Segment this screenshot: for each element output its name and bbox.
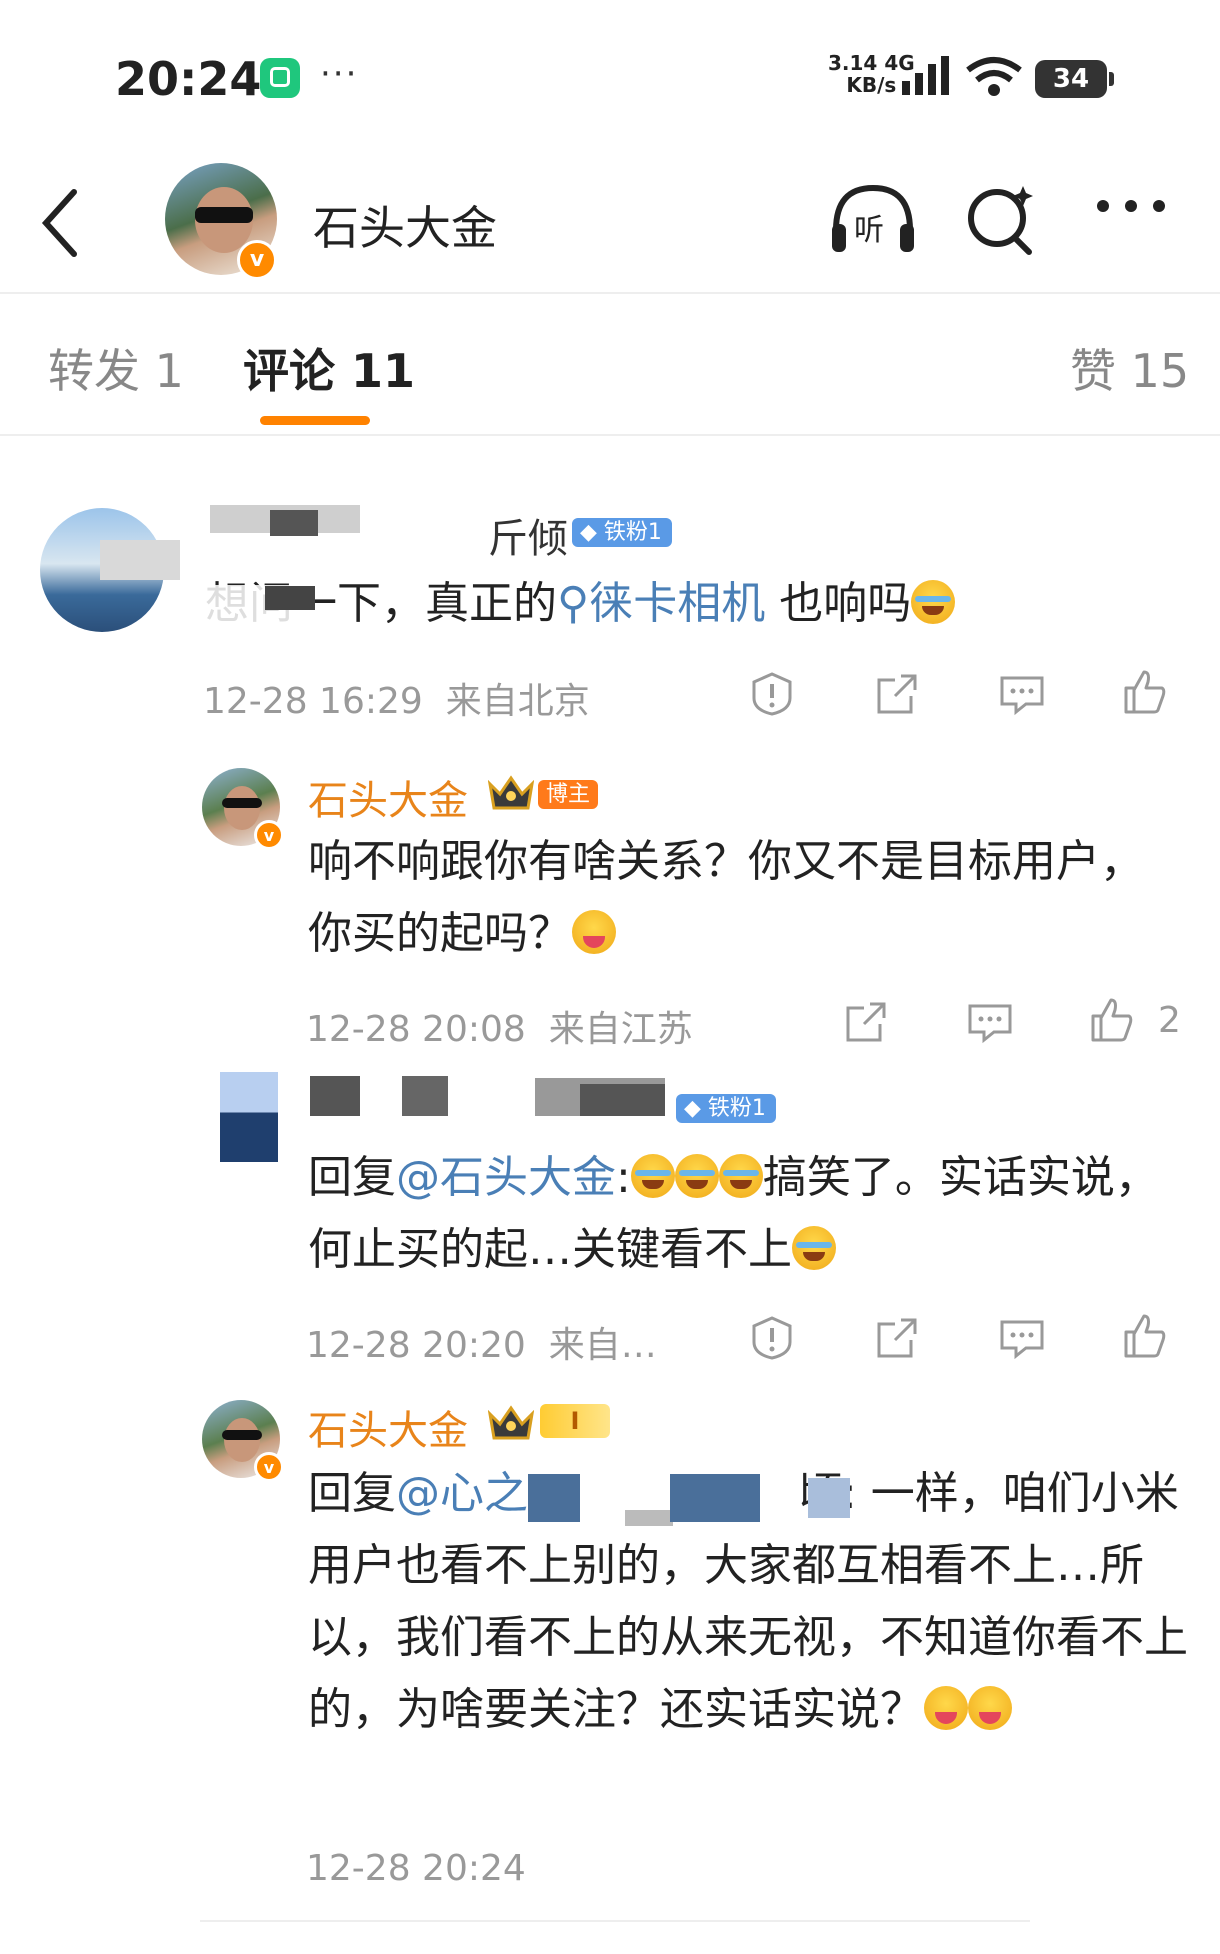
tongue-emoji-icon — [968, 1686, 1012, 1730]
chevron-left-icon[interactable] — [38, 188, 82, 258]
signal-icon — [902, 56, 949, 95]
level-badge: I — [540, 1404, 610, 1438]
fan-badge: ◆ 铁粉1 — [676, 1090, 776, 1123]
topic-link[interactable]: ⚲徕卡相机 — [557, 578, 765, 629]
report-icon[interactable] — [748, 1314, 796, 1362]
comment-icon[interactable] — [998, 1314, 1046, 1362]
svg-text:听: 听 — [854, 213, 884, 248]
fan-badge: ◆ 铁粉1 — [572, 514, 672, 547]
tongue-emoji-icon — [924, 1686, 968, 1730]
mention-link[interactable]: @心之 — [396, 1468, 528, 1519]
battery-indicator: 34 — [1035, 60, 1114, 98]
reply-meta: 12-28 20:08 来自江苏 — [306, 1009, 693, 1050]
page-title: 石头大金 — [313, 201, 497, 255]
wifi-icon — [966, 57, 1022, 96]
laugh-cry-emoji-icon — [674, 1154, 719, 1198]
search-icon[interactable] — [965, 180, 1035, 260]
thumbs-up-icon[interactable] — [1087, 996, 1135, 1044]
tongue-emoji-icon — [572, 910, 616, 954]
verified-badge-icon: v — [237, 240, 277, 280]
blogger-badge: 博主 — [538, 776, 599, 809]
report-icon[interactable] — [748, 670, 796, 718]
headphones-icon[interactable]: 听 — [828, 180, 918, 260]
verified-badge-icon: v — [254, 1452, 284, 1482]
laugh-cry-emoji-icon — [911, 580, 956, 624]
status-time: 20:24 — [115, 52, 262, 106]
reply-meta: 12-28 20:20 来自… — [306, 1325, 657, 1366]
laugh-cry-emoji-icon — [718, 1154, 763, 1198]
list-divider — [200, 1920, 1030, 1922]
like-count: 2 — [1158, 1000, 1181, 1041]
verified-badge-icon: v — [254, 820, 284, 850]
share-icon[interactable] — [873, 670, 921, 718]
comment-text: 想问一下，真正的⚲徕卡相机 也响吗 — [205, 568, 956, 640]
thumbs-up-icon[interactable] — [1120, 668, 1168, 716]
tab-comments[interactable]: 评论 11 — [243, 335, 415, 401]
active-tab-indicator — [260, 416, 370, 425]
blogger-name[interactable]: 石头大金 — [308, 768, 468, 826]
laugh-cry-emoji-icon — [630, 1154, 675, 1198]
rolling-laugh-emoji-icon — [792, 1226, 836, 1270]
fan-avatar[interactable] — [220, 1072, 278, 1162]
reply-text: 响不响跟你有啥关系？你又不是目标用户，你买的起吗？ — [308, 836, 1144, 959]
blogger-name[interactable]: 石头大金 — [308, 1398, 468, 1456]
header-divider — [0, 292, 1220, 294]
more-notifications-icon: ··· — [320, 54, 359, 94]
share-icon[interactable] — [842, 998, 890, 1046]
commenter-name[interactable]: 斤倾 — [488, 506, 568, 564]
reply-meta: 12-28 20:24 — [306, 1848, 526, 1889]
reply-text: 回复@石头大金: 搞笑了。实话实说，何止买的起…关键看不上 — [308, 1152, 1159, 1275]
comment-meta: 12-28 16:29 来自北京 — [203, 681, 590, 722]
comment-icon[interactable] — [966, 998, 1014, 1046]
comment-icon[interactable] — [998, 670, 1046, 718]
tab-reposts[interactable]: 转发 1 — [48, 335, 184, 401]
share-icon[interactable] — [873, 1314, 921, 1362]
tabs-divider — [0, 434, 1220, 436]
more-dots-icon[interactable] — [1093, 196, 1169, 216]
crown-icon — [488, 1405, 534, 1440]
crown-icon — [488, 775, 534, 810]
mention-link[interactable]: @石头大金 — [396, 1152, 616, 1203]
app-notification-icon — [260, 58, 300, 98]
thumbs-up-icon[interactable] — [1120, 1312, 1168, 1360]
tab-likes[interactable]: 赞 15 — [1070, 335, 1189, 401]
